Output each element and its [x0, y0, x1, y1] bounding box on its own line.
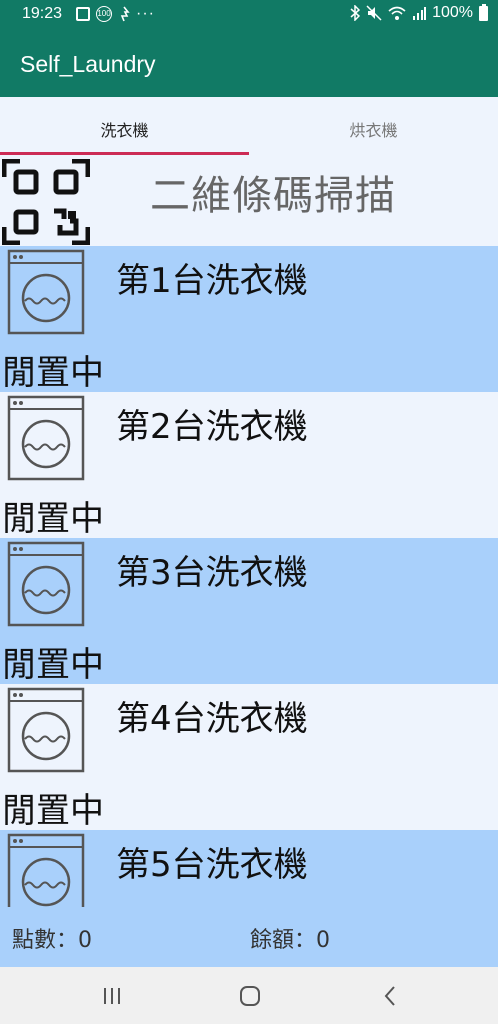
app-notification-icon: [120, 6, 130, 22]
washing-machine-icon: [7, 395, 85, 481]
tab-indicator: [0, 152, 249, 155]
tab-dryer[interactable]: 烘衣機: [249, 97, 498, 157]
battery-icon: [479, 3, 488, 21]
count-badge-icon: 100: [96, 6, 112, 22]
more-notifications-icon: ···: [136, 5, 155, 22]
status-time: 19:23: [22, 5, 63, 22]
washing-machine-icon: [7, 833, 85, 909]
tab-washer[interactable]: 洗衣機: [0, 97, 249, 157]
app-title: Self_Laundry: [20, 51, 156, 77]
washer-name: 第2台洗衣機: [116, 407, 308, 447]
tab-bar: 洗衣機 烘衣機: [0, 97, 498, 157]
battery-percent: 100%: [432, 4, 473, 21]
app-bar: Self_Laundry: [0, 29, 498, 97]
system-status-icons: 100%: [350, 3, 488, 22]
wifi-icon: [388, 6, 406, 20]
washer-item-1[interactable]: 第1台洗衣機 閒置中: [0, 246, 498, 393]
washer-item-5[interactable]: 第5台洗衣機: [0, 830, 498, 909]
washer-item-4[interactable]: 第4台洗衣機 閒置中: [0, 684, 498, 831]
signal-icon: [413, 7, 427, 20]
home-icon[interactable]: [235, 982, 265, 1010]
bluetooth-icon: [350, 5, 361, 21]
washer-name: 第5台洗衣機: [116, 845, 308, 885]
mute-icon: [366, 5, 382, 21]
system-nav-bar: [0, 967, 498, 1024]
qr-scan-button[interactable]: 二維條碼掃描: [0, 157, 498, 246]
qr-code-icon: [2, 159, 90, 245]
status-bar: 19:23 100 ··· 100%: [0, 0, 498, 29]
washing-machine-icon: [7, 541, 85, 627]
points-label: 點數：0: [12, 928, 92, 953]
washing-machine-icon: [7, 687, 85, 773]
account-footer: 點數：0 餘額：0: [0, 907, 498, 967]
washing-machine-icon: [7, 249, 85, 335]
washer-name: 第4台洗衣機: [116, 699, 308, 739]
washer-name: 第1台洗衣機: [116, 261, 308, 301]
washer-status: 閒置中: [2, 353, 104, 393]
washer-name: 第3台洗衣機: [116, 553, 308, 593]
washer-list: 第1台洗衣機 閒置中 第2台洗衣機 閒置中 第3台洗衣機 閒置中 第4台洗衣機 …: [0, 246, 498, 909]
washer-status: 閒置中: [2, 645, 104, 685]
notification-icons: 100 ···: [76, 5, 155, 23]
washer-status: 閒置中: [2, 499, 104, 539]
balance-label: 餘額：0: [250, 928, 330, 953]
recent-apps-icon[interactable]: [97, 982, 127, 1010]
washer-item-2[interactable]: 第2台洗衣機 閒置中: [0, 392, 498, 539]
qr-scan-label: 二維條碼掃描: [150, 173, 396, 219]
washer-item-3[interactable]: 第3台洗衣機 閒置中: [0, 538, 498, 685]
gallery-icon: [76, 7, 90, 21]
washer-status: 閒置中: [2, 791, 104, 831]
back-icon[interactable]: [375, 982, 405, 1010]
